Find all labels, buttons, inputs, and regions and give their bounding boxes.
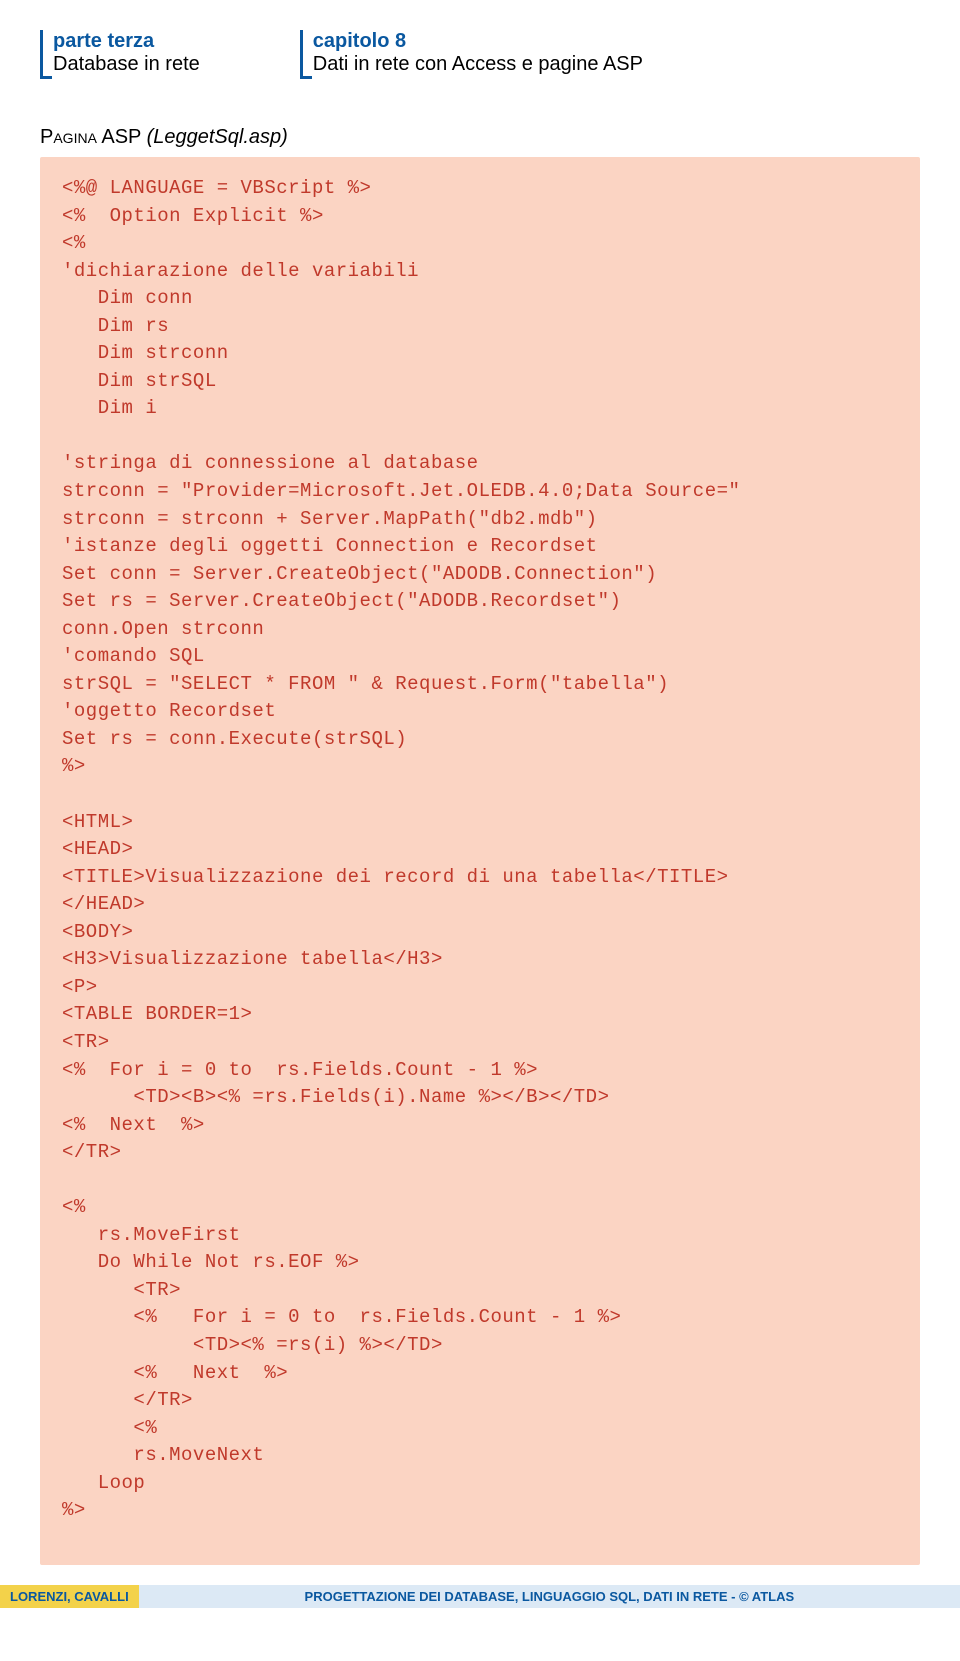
page: parte terza Database in rete capitolo 8 … [0,0,960,1565]
chapter-subtitle: Dati in rete con Access e pagine ASP [313,53,643,76]
section-label: Pagina [40,126,97,148]
chapter-label: capitolo 8 [313,30,643,53]
footer-book-title: PROGETTAZIONE DEI DATABASE, LINGUAGGIO S… [139,1585,960,1608]
page-footer: LORENZI, CAVALLI PROGETTAZIONE DEI DATAB… [0,1585,960,1608]
section-title: Pagina ASP (LeggetSql.asp) [40,126,920,149]
header-left: parte terza Database in rete [40,30,200,76]
section-file: (LeggetSql.asp) [147,126,288,148]
section-tech: ASP [97,126,147,148]
header-right: capitolo 8 Dati in rete con Access e pag… [300,30,643,76]
footer-authors: LORENZI, CAVALLI [0,1585,139,1608]
page-header: parte terza Database in rete capitolo 8 … [40,30,920,76]
part-subtitle: Database in rete [53,53,200,76]
code-block: <%@ LANGUAGE = VBScript %> <% Option Exp… [40,157,920,1565]
part-label: parte terza [53,30,200,53]
